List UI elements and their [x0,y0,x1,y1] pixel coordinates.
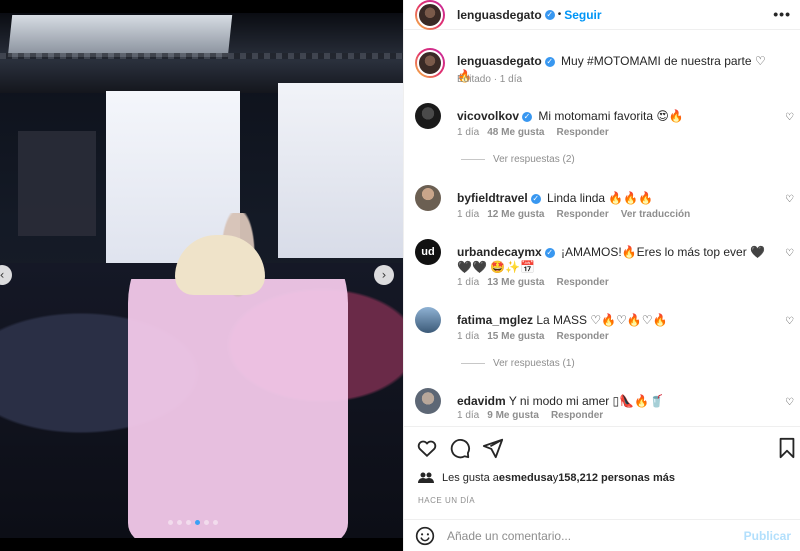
follow-button[interactable]: Seguir [564,8,601,22]
replies-line [461,158,485,160]
carousel-dot [195,520,200,525]
comment-input[interactable] [447,529,727,543]
post-time[interactable]: HACE UN DÍA [418,496,475,505]
carousel-dot [213,520,218,525]
heart-icon[interactable]: ♡ [785,316,795,327]
comment-text: La MASS ♡🔥♡🔥♡🔥 [536,313,668,327]
comment-likes[interactable]: 15 Me gusta [487,331,544,342]
carousel-dots [168,520,218,525]
verified-icon: ✓ [522,111,533,122]
translate-button[interactable]: Ver traducción [621,209,690,220]
people-icon [418,472,434,483]
comment-likes[interactable]: 48 Me gusta [487,127,544,138]
comment-icon[interactable] [449,437,471,459]
post-photo [0,13,403,538]
post-actions: Les gusta a esmedusa y 158,212 personas … [404,426,800,551]
comments-list[interactable]: lenguasdegato ✓ Muy #MOTOMAMI de nuestra … [404,40,800,425]
verified-icon: ✓ [544,247,555,258]
comment-text: Mi motomami favorita 😍🔥 [538,109,684,123]
comment-username[interactable]: urbandecaymx [457,245,542,259]
comment-likes[interactable]: 9 Me gusta [487,410,539,421]
comment-meta: 1 día 15 Me gusta Responder [457,331,609,342]
caption-avatar[interactable] [415,48,445,78]
comment-username[interactable]: byfieldtravel [457,191,528,205]
reply-button[interactable]: Responder [557,127,609,138]
comment-text: Linda linda 🔥🔥🔥 [547,191,654,205]
comment-meta: 1 día 9 Me gusta Responder [457,410,603,421]
verified-icon: ✓ [544,9,555,20]
comment-text: Y ni modo mi amer ▯👠🔥🥤 [508,394,665,408]
comment-meta: 1 día 13 Me gusta Responder [457,277,609,288]
likes-prefix: Les gusta a [442,472,499,484]
header-username[interactable]: lenguasdegato [457,8,542,22]
view-replies-button[interactable]: Ver respuestas (1) [461,358,575,369]
likes-summary: Les gusta a esmedusa y 158,212 personas … [418,472,675,484]
likes-user[interactable]: esmedusa [499,472,553,484]
view-replies-button[interactable]: Ver respuestas (2) [461,154,575,165]
comment-meta: 1 día 12 Me gusta Responder Ver traducción [457,209,690,220]
heart-icon[interactable]: ♡ [785,112,795,123]
comment-time[interactable]: 1 día [457,277,479,288]
avatar[interactable] [415,307,441,333]
photo-truss [0,53,403,59]
comment-likes[interactable]: 13 Me gusta [487,277,544,288]
carousel-dot [204,520,209,525]
photo-screen-left [18,131,96,236]
post-sidebar: lenguasdegato ✓ • Seguir ••• lenguasdega… [403,0,800,551]
caption-username[interactable]: lenguasdegato [457,54,542,68]
comment-time[interactable]: 1 día [457,127,479,138]
avatar[interactable]: ud [415,239,441,265]
view-replies-label: Ver respuestas (1) [493,358,575,369]
heart-icon[interactable]: ♡ [785,248,795,259]
bookmark-icon[interactable] [776,437,798,459]
replies-line [461,362,485,364]
comment-username[interactable]: vicovolkov [457,109,519,123]
chevron-right-icon[interactable]: › [374,265,394,285]
verified-icon: ✓ [544,56,555,67]
avatar[interactable] [415,103,441,129]
reply-button[interactable]: Responder [557,209,609,220]
more-icon[interactable]: ••• [773,6,791,22]
reply-button[interactable]: Responder [557,277,609,288]
separator-dot: • [557,9,562,20]
publish-button[interactable]: Publicar [744,529,791,543]
photo-ceiling-light [7,15,233,57]
reply-button[interactable]: Responder [557,331,609,342]
carousel-dot [186,520,191,525]
caption-meta: Editado · 1 día [457,74,523,85]
comment-likes[interactable]: 12 Me gusta [487,209,544,220]
comment-username[interactable]: edavidm [457,394,506,408]
comment-time[interactable]: 1 día [457,331,479,342]
comment-time[interactable]: 1 día [457,410,479,421]
emoji-icon[interactable] [415,526,435,546]
post-media[interactable]: ‹ › [0,0,403,551]
avatar[interactable] [415,185,441,211]
carousel-dot [168,520,173,525]
avatar[interactable] [415,388,441,414]
view-replies-label: Ver respuestas (2) [493,154,575,165]
reply-button[interactable]: Responder [551,410,603,421]
carousel-dot [177,520,182,525]
comment-time[interactable]: 1 día [457,209,479,220]
heart-icon[interactable] [416,437,438,459]
add-comment-bar: Publicar [404,519,800,551]
heart-icon[interactable]: ♡ [785,194,795,205]
likes-count[interactable]: 158,212 personas más [558,472,675,484]
share-icon[interactable] [482,437,504,459]
post-header: lenguasdegato ✓ • Seguir ••• [404,0,800,30]
comment-meta: 1 día 48 Me gusta Responder [457,127,609,138]
comment-username[interactable]: fatima_mglez [457,313,533,327]
avatar[interactable] [415,0,445,30]
heart-icon[interactable]: ♡ [785,397,795,408]
verified-icon: ✓ [530,193,541,204]
